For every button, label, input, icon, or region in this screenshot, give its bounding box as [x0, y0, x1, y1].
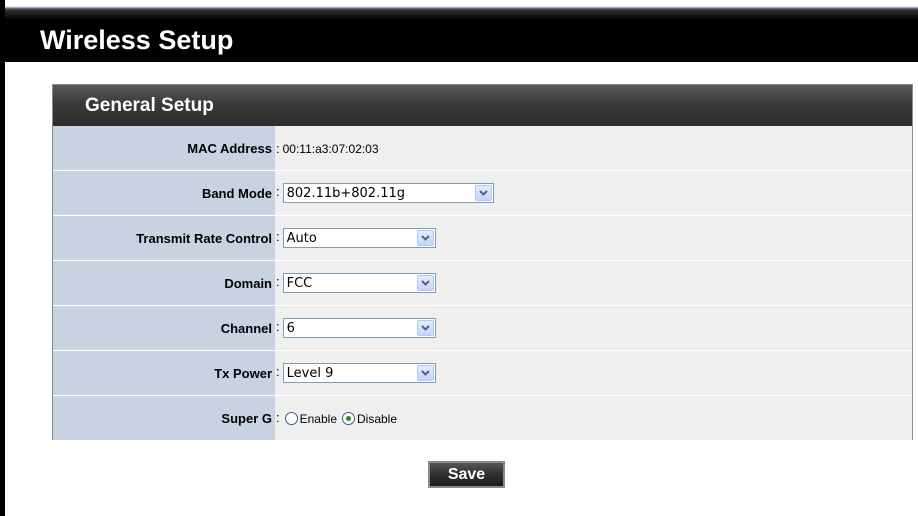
super-g-disable-label: Disable	[357, 411, 398, 426]
band-mode-selected-value: 802.11b+802.11g	[286, 185, 405, 201]
domain-label: Domain	[53, 260, 275, 306]
tx-power-row: Tx Power : Level 9	[53, 350, 912, 396]
channel-row: Channel : 6	[53, 305, 912, 351]
mac-address-value: 00:11:a3:07:02:03	[282, 141, 379, 156]
super-g-row: Super G : Enable Disable	[53, 395, 912, 440]
domain-cell: : FCC	[275, 260, 912, 306]
tx-power-selected-value: Level 9	[286, 365, 334, 381]
field-separator: :	[276, 274, 280, 290]
transmit-rate-control-row: Transmit Rate Control : Auto	[53, 215, 912, 261]
field-separator: :	[276, 319, 280, 335]
domain-select[interactable]: FCC	[282, 273, 436, 293]
page-title: Wireless Setup	[40, 25, 234, 55]
panel-header: General Setup	[53, 85, 912, 126]
settings-table: MAC Address :00:11:a3:07:02:03 Band Mode…	[53, 126, 912, 440]
field-separator: :	[276, 364, 280, 380]
band-mode-cell: : 802.11b+802.11g	[275, 170, 912, 216]
super-g-cell: : Enable Disable	[275, 395, 912, 440]
channel-label: Channel	[53, 305, 275, 351]
super-g-enable-radio[interactable]	[284, 412, 298, 426]
band-mode-row: Band Mode : 802.11b+802.11g	[53, 170, 912, 216]
transmit-rate-control-cell: : Auto	[275, 215, 912, 261]
channel-selected-value: 6	[286, 320, 295, 336]
panel-title: General Setup	[85, 95, 214, 116]
general-setup-panel: General Setup MAC Address :00:11:a3:07:0…	[52, 84, 913, 440]
chevron-down-icon[interactable]	[416, 320, 434, 336]
domain-row: Domain : FCC	[53, 260, 912, 306]
tx-power-label: Tx Power	[53, 350, 275, 396]
left-border	[0, 0, 5, 516]
field-separator: :	[276, 410, 280, 426]
band-mode-label: Band Mode	[53, 170, 275, 216]
mac-address-label: MAC Address	[53, 126, 275, 171]
field-separator: :	[276, 184, 280, 200]
chevron-down-icon[interactable]	[416, 230, 434, 246]
domain-selected-value: FCC	[286, 275, 313, 291]
tx-power-select[interactable]: Level 9	[282, 363, 436, 383]
field-separator: :	[276, 140, 280, 156]
transmit-rate-control-selected-value: Auto	[286, 230, 317, 246]
channel-select[interactable]: 6	[282, 318, 436, 338]
save-button[interactable]: Save	[428, 461, 505, 488]
transmit-rate-control-select[interactable]: Auto	[282, 228, 436, 248]
channel-cell: : 6	[275, 305, 912, 351]
chevron-down-icon[interactable]	[474, 185, 492, 201]
mac-address-row: MAC Address :00:11:a3:07:02:03	[53, 126, 912, 171]
chevron-down-icon[interactable]	[416, 275, 434, 291]
super-g-disable-radio[interactable]	[342, 412, 355, 426]
tx-power-cell: : Level 9	[275, 350, 912, 396]
page: Wireless Setup General Setup MAC Address…	[0, 0, 918, 516]
chevron-down-icon[interactable]	[416, 365, 434, 381]
super-g-label: Super G	[53, 395, 275, 440]
band-mode-select[interactable]: 802.11b+802.11g	[282, 183, 494, 203]
field-separator: :	[276, 229, 280, 245]
mac-address-cell: :00:11:a3:07:02:03	[275, 126, 912, 171]
transmit-rate-control-label: Transmit Rate Control	[53, 215, 275, 261]
super-g-enable-label: Enable	[299, 411, 337, 426]
page-header: Wireless Setup	[0, 0, 918, 62]
